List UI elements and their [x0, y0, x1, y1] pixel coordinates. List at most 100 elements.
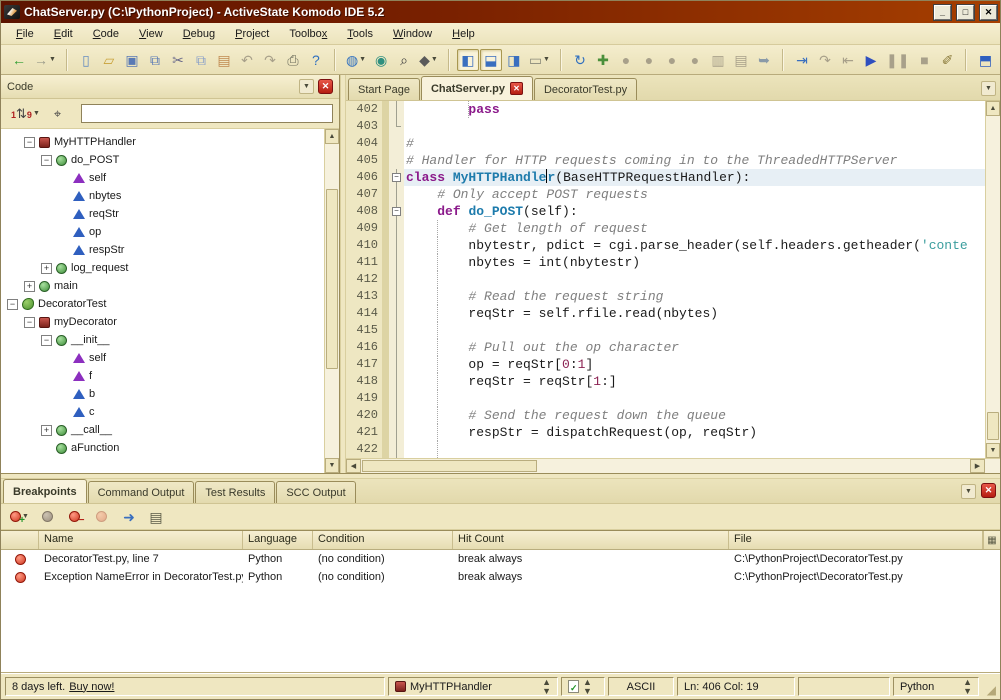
menu-file[interactable]: File [7, 26, 43, 42]
code-line[interactable]: 414 reqStr = self.rfile.read(nbytes) [346, 305, 985, 322]
code-text[interactable]: reqStr = reqStr[1:] [404, 373, 985, 390]
code-line[interactable]: 416 # Pull out the op character [346, 339, 985, 356]
breakpoint-margin[interactable] [382, 203, 389, 220]
editor-vertical-scrollbar[interactable]: ▲ ▼ [985, 101, 1000, 458]
code-line[interactable]: 415 [346, 322, 985, 339]
fold-collapse-icon[interactable]: − [392, 173, 401, 182]
fold-margin[interactable] [389, 339, 404, 356]
code-tree-scrollbar[interactable]: ▲ ▼ [324, 129, 339, 473]
menu-tools[interactable]: Tools [338, 26, 382, 42]
code-text[interactable]: # Pull out the op character [404, 339, 985, 356]
tree-item-f[interactable]: f [1, 367, 324, 385]
fold-collapse-icon[interactable]: − [392, 207, 401, 216]
back-button[interactable]: ← [8, 49, 30, 71]
tree-item-c[interactable]: c [1, 403, 324, 421]
fold-margin[interactable] [389, 305, 404, 322]
maximize-button[interactable]: □ [957, 5, 974, 20]
fold-margin[interactable] [389, 356, 404, 373]
column-header-icon[interactable] [1, 531, 39, 549]
syntax-check-stepper[interactable]: ▲▼ [583, 678, 592, 696]
menu-toolbox[interactable]: Toolbox [280, 26, 336, 42]
code-line[interactable]: 405# Handler for HTTP requests coming in… [346, 152, 985, 169]
print-button[interactable]: ⎙ [282, 49, 304, 71]
code-line[interactable]: 411 nbytes = int(nbytestr) [346, 254, 985, 271]
code-text[interactable]: pass [404, 101, 985, 118]
code-line[interactable]: 417 op = reqStr[0:1] [346, 356, 985, 373]
scroll-right-icon[interactable]: ▶ [970, 459, 985, 473]
code-text[interactable] [404, 322, 985, 339]
code-line[interactable]: 410 nbytestr, pdict = cgi.parse_header(s… [346, 237, 985, 254]
code-line[interactable]: 408− def do_POST(self): [346, 203, 985, 220]
menu-debug[interactable]: Debug [174, 26, 224, 42]
close-button[interactable]: ✕ [980, 5, 997, 20]
code-text[interactable]: reqStr = self.rfile.read(nbytes) [404, 305, 985, 322]
tree-item-__call__[interactable]: +__call__ [1, 421, 324, 439]
tree-item-self[interactable]: self [1, 169, 324, 187]
column-header-language[interactable]: Language [243, 531, 313, 549]
sort-order-button[interactable]: 1⇅9 ▼ [7, 103, 44, 125]
tab-start-page[interactable]: Start Page [348, 78, 420, 100]
bottom-panel-menu-button[interactable]: ▼ [961, 484, 976, 499]
breakpoint-margin[interactable] [382, 271, 389, 288]
breakpoint-margin[interactable] [382, 254, 389, 271]
find-button[interactable]: ⌕ [393, 49, 415, 71]
code-panel-menu-button[interactable]: ▼ [299, 79, 314, 94]
expand-icon[interactable]: + [41, 263, 52, 274]
column-header-condition[interactable]: Condition [313, 531, 453, 549]
tree-item-do_post[interactable]: −do_POST [1, 151, 324, 169]
editor-horizontal-scrollbar[interactable]: ◀ ▶ [346, 458, 1000, 473]
scroll-thumb[interactable] [326, 189, 338, 369]
language-selector[interactable]: Python ▲▼ [893, 677, 979, 696]
column-header-file[interactable]: File [729, 531, 983, 549]
code-text[interactable]: # Send the request down the queue [404, 407, 985, 424]
tree-item-decoratortest[interactable]: −DecoratorTest [1, 295, 324, 313]
code-line[interactable]: 418 reqStr = reqStr[1:] [346, 373, 985, 390]
scroll-down-icon[interactable]: ▼ [986, 443, 1000, 458]
menu-project[interactable]: Project [226, 26, 278, 42]
new-file-button[interactable]: ▯ [75, 49, 97, 71]
column-header-name[interactable]: Name [39, 531, 243, 549]
breakpoint-properties-button[interactable]: ▤ [145, 506, 167, 528]
komodo-docs-button[interactable]: ⬒ [974, 49, 996, 71]
forward-button[interactable]: →▼ [31, 49, 59, 71]
tab-list-button[interactable]: ▼ [981, 81, 996, 96]
scope-stepper[interactable]: ▲▼ [542, 678, 551, 696]
breakpoint-state-cell[interactable] [1, 572, 39, 583]
tab-test-results[interactable]: Test Results [195, 481, 275, 503]
go-to-source-button[interactable]: ➜ [118, 506, 140, 528]
fold-margin[interactable] [389, 152, 404, 169]
breakpoint-margin[interactable] [382, 339, 389, 356]
expand-icon[interactable]: + [24, 281, 35, 292]
tab-command-output[interactable]: Command Output [88, 481, 195, 503]
code-text[interactable] [404, 118, 985, 135]
tab-decoratortest-py[interactable]: DecoratorTest.py [534, 78, 637, 100]
tree-item-myhttphandler[interactable]: −MyHTTPHandler [1, 133, 324, 151]
breakpoint-margin[interactable] [382, 152, 389, 169]
browser-preview-button[interactable]: ◍▼ [343, 49, 369, 71]
breakpoint-margin[interactable] [382, 424, 389, 441]
breakpoint-margin[interactable] [382, 169, 389, 186]
fold-margin[interactable] [389, 288, 404, 305]
toggle-bottom-pane-button[interactable]: ⬓ [480, 49, 502, 71]
breakpoint-margin[interactable] [382, 407, 389, 424]
fold-margin[interactable] [389, 118, 404, 135]
collapse-icon[interactable]: − [41, 335, 52, 346]
menu-view[interactable]: View [130, 26, 172, 42]
clear-breakpoint-button[interactable] [91, 506, 113, 528]
breakpoint-margin[interactable] [382, 305, 389, 322]
code-line[interactable]: 413 # Read the request string [346, 288, 985, 305]
code-text[interactable]: class MyHTTPHandler(BaseHTTPRequestHandl… [404, 169, 985, 186]
breakpoint-row[interactable]: Exception NameError in DecoratorTest.pyP… [1, 568, 1000, 586]
tree-item-reqstr[interactable]: reqStr [1, 205, 324, 223]
collapse-icon[interactable]: − [7, 299, 18, 310]
code-text[interactable]: op = reqStr[0:1] [404, 356, 985, 373]
breakpoint-margin[interactable] [382, 441, 389, 458]
scroll-left-icon[interactable]: ◀ [346, 459, 361, 473]
breakpoint-row[interactable]: DecoratorTest.py, line 7Python(no condit… [1, 550, 1000, 568]
language-stepper[interactable]: ▲▼ [963, 678, 972, 696]
code-text[interactable]: # Only accept POST requests [404, 186, 985, 203]
tree-item-mydecorator[interactable]: −myDecorator [1, 313, 324, 331]
code-text[interactable]: # Handler for HTTP requests coming in to… [404, 152, 985, 169]
save-all-button[interactable]: ⧉ [144, 49, 166, 71]
breakpoint-margin[interactable] [382, 118, 389, 135]
